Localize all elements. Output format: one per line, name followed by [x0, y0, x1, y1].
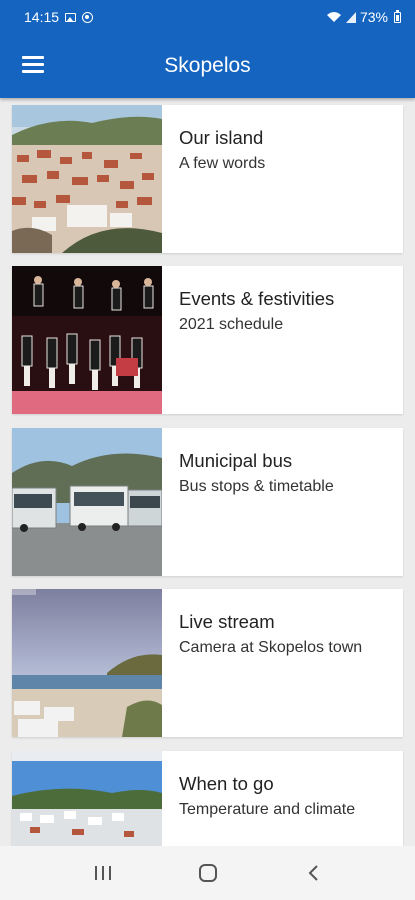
harbor-camera-photo: [12, 589, 162, 737]
item-subtitle: 2021 schedule: [179, 316, 284, 333]
buses-photo: [12, 428, 162, 576]
app-title: Skopelos: [164, 54, 251, 77]
item-title: When to go: [179, 773, 274, 794]
menu-icon[interactable]: [22, 56, 44, 74]
dancers-photo: [12, 266, 162, 414]
signal-icon: [345, 11, 356, 23]
item-title: Events & festivities: [179, 288, 335, 309]
list-item-live-stream[interactable]: Live stream Camera at Skopelos town: [12, 589, 403, 737]
item-subtitle: Camera at Skopelos town: [179, 639, 363, 656]
app-bar: Skopelos: [0, 34, 415, 98]
home-icon[interactable]: [178, 853, 238, 893]
menu-list[interactable]: Our island A few words Events & festivit…: [0, 98, 415, 846]
item-title: Live stream: [179, 611, 275, 632]
village-photo: [12, 751, 162, 846]
list-item-municipal-bus[interactable]: Municipal bus Bus stops & timetable: [12, 428, 403, 576]
recent-apps-icon[interactable]: [73, 853, 133, 893]
item-subtitle: Temperature and climate: [179, 801, 356, 818]
battery-percentage: 73%: [359, 9, 388, 25]
image-icon: [65, 12, 77, 22]
circle-notification-icon: [82, 11, 94, 23]
battery-icon: [394, 9, 401, 23]
system-nav-bar: [0, 846, 415, 900]
item-title: Municipal bus: [179, 450, 293, 471]
status-bar: 14:15 73%: [0, 0, 415, 34]
list-item-our-island[interactable]: Our island A few words: [12, 105, 403, 253]
status-time: 14:15: [24, 9, 60, 25]
list-item-when-to-go[interactable]: When to go Temperature and climate: [12, 751, 403, 846]
list-item-events[interactable]: Events & festivities 2021 schedule: [12, 266, 403, 414]
item-subtitle: Bus stops & timetable: [179, 478, 334, 495]
item-title: Our island: [179, 127, 264, 148]
back-icon[interactable]: [283, 853, 343, 893]
wifi-icon: [326, 11, 342, 23]
item-subtitle: A few words: [179, 155, 266, 172]
town-photo: [12, 105, 162, 253]
